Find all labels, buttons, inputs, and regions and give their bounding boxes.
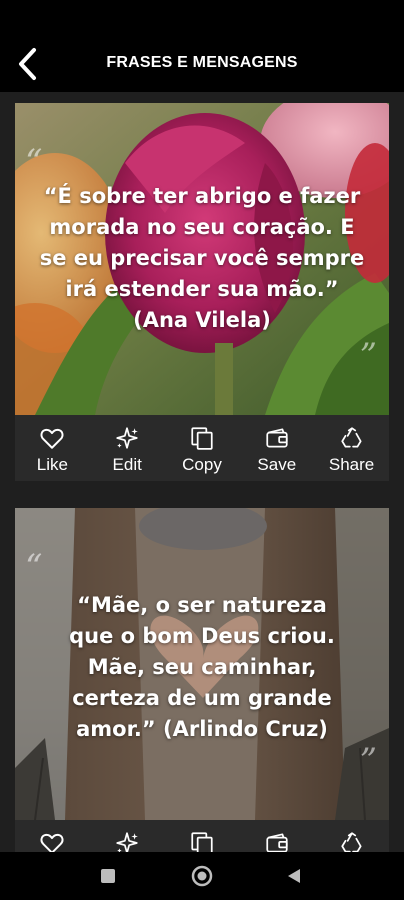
copy-icon	[191, 427, 213, 450]
copy-label: Copy	[182, 455, 222, 474]
like-button[interactable]: Like	[15, 820, 90, 852]
share-button[interactable]: Share	[314, 415, 389, 481]
copy-button[interactable]: Copy	[165, 820, 240, 852]
home-button[interactable]	[172, 852, 232, 900]
edit-label: Edit	[112, 455, 142, 474]
quote-text: “É sobre ter abrigo e fazer morada no se…	[39, 184, 365, 332]
heart-icon	[40, 428, 64, 449]
share-button[interactable]: Share	[314, 820, 389, 852]
recycle-share-icon	[340, 427, 362, 448]
square-icon	[101, 869, 115, 883]
circle-icon	[191, 865, 213, 887]
share-label: Share	[328, 455, 375, 474]
sparkle-icon	[116, 832, 139, 852]
save-button[interactable]: Save	[239, 415, 314, 481]
action-bar: Like Edit Copy Save Share	[15, 820, 389, 852]
close-quote-mark: ”	[359, 741, 377, 781]
action-bar: Like Edit Copy Save Share	[15, 415, 389, 481]
wallet-icon	[266, 833, 288, 852]
quote-feed[interactable]: “ ” “É sobre ter abrigo e fazer morada n…	[0, 92, 404, 852]
edit-button[interactable]: Edit	[90, 820, 165, 852]
quote-image[interactable]: “ ” “É sobre ter abrigo e fazer morada n…	[15, 103, 389, 415]
page-title: FRASES E MENSAGENS	[106, 54, 298, 71]
wallet-icon	[266, 428, 288, 448]
system-navigation-bar	[0, 852, 404, 900]
back-triangle-icon	[288, 869, 300, 883]
recycle-share-icon	[340, 832, 362, 852]
save-button[interactable]: Save	[239, 820, 314, 852]
system-back-button[interactable]	[264, 852, 324, 900]
like-button[interactable]: Like	[15, 415, 90, 481]
quote-image[interactable]: “ ” “Mãe, o ser natureza que o bom Deus …	[15, 508, 389, 820]
open-quote-mark: “	[25, 547, 43, 587]
sparkle-icon	[116, 427, 139, 449]
copy-button[interactable]: Copy	[165, 415, 240, 481]
recents-button[interactable]	[78, 852, 138, 900]
heart-icon	[40, 833, 64, 852]
close-quote-mark: ”	[359, 336, 377, 376]
app-header: FRASES E MENSAGENS	[0, 0, 404, 92]
quote-text: “Mãe, o ser natureza que o bom Deus crio…	[69, 593, 335, 741]
edit-button[interactable]: Edit	[90, 415, 165, 481]
save-label: Save	[257, 455, 297, 474]
copy-icon	[191, 832, 213, 852]
like-label: Like	[36, 455, 68, 474]
open-quote-mark: “	[25, 142, 43, 182]
